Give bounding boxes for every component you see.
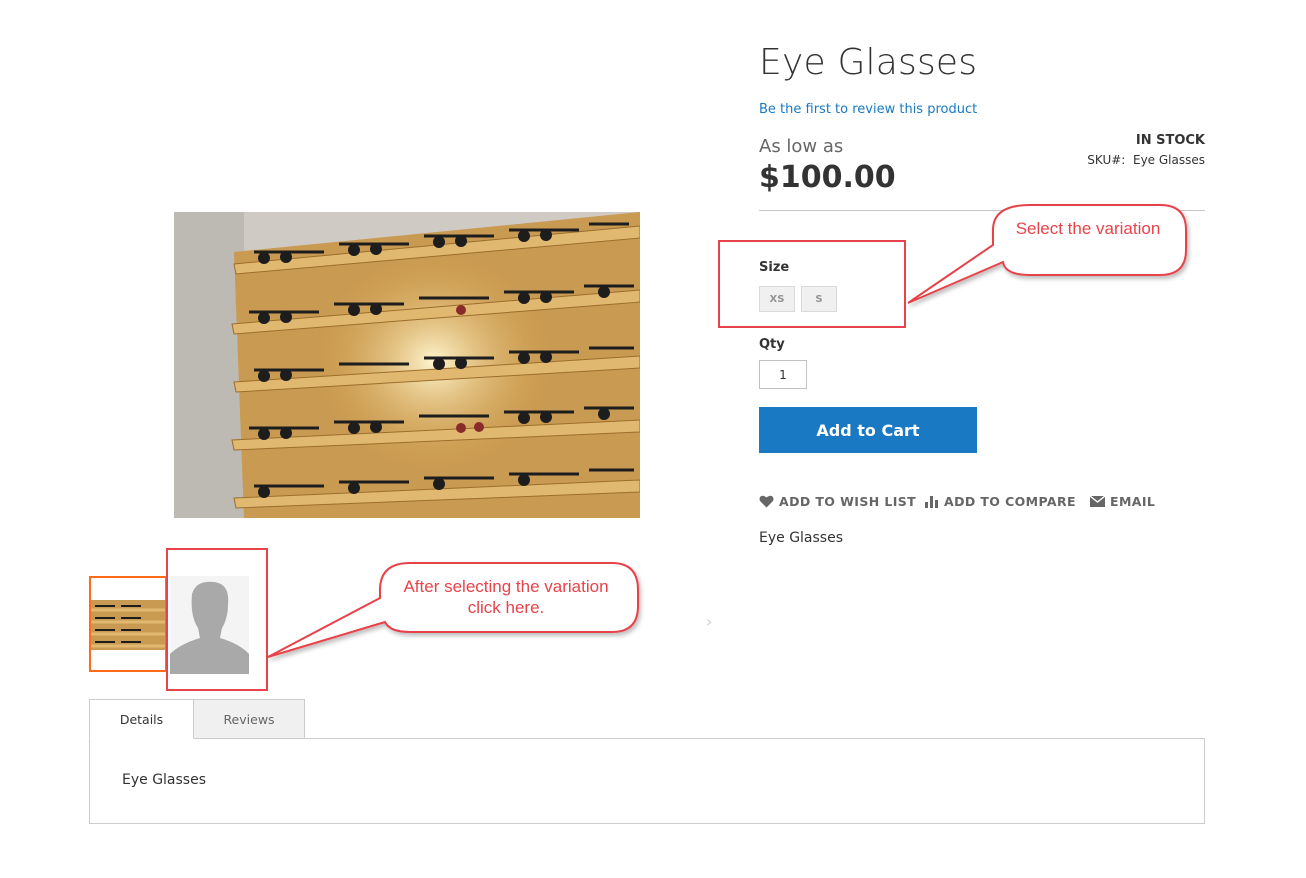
annotation-callout-shapes	[267, 204, 1187, 658]
tab-details[interactable]: Details	[89, 699, 194, 739]
callout-after-selecting-text: After selecting the variation click here…	[403, 577, 609, 617]
callout-select-variation-text: Select the variation	[1015, 219, 1161, 238]
